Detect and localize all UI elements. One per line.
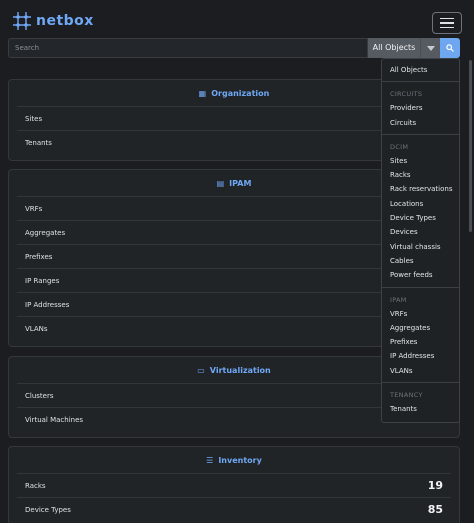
search-scope-button[interactable]: All Objects xyxy=(368,38,420,58)
card-row-racks[interactable]: Racks 19 xyxy=(17,473,451,497)
row-label[interactable]: IP Addresses xyxy=(25,301,69,309)
row-label[interactable]: IP Ranges xyxy=(25,277,59,285)
organization-card-title: Organization xyxy=(211,88,270,98)
card-row-device-types[interactable]: Device Types 85 xyxy=(17,497,451,521)
page-scrollbar[interactable] xyxy=(469,60,472,232)
dropdown-header-ipam: IPAM xyxy=(390,295,407,304)
row-label[interactable]: Virtual Machines xyxy=(25,416,83,424)
dropdown-divider xyxy=(382,382,459,384)
row-label[interactable]: VRFs xyxy=(25,205,42,213)
top-navbar: netbox xyxy=(0,0,474,38)
dropdown-item[interactable]: Virtual chassis xyxy=(382,240,459,254)
hamburger-line-icon xyxy=(440,26,454,29)
dropdown-item[interactable]: Racks xyxy=(382,168,459,182)
ip-network-icon: ▤ xyxy=(216,178,225,188)
monitor-icon: ▭ xyxy=(197,365,205,375)
search-input[interactable]: Search xyxy=(8,38,368,58)
scope-dropdown-caret-icon[interactable] xyxy=(420,38,440,58)
netbox-logo-icon xyxy=(13,12,31,30)
row-label[interactable]: Tenants xyxy=(25,139,52,147)
dropdown-item[interactable]: Providers xyxy=(382,101,459,115)
search-scope-dropdown: All Objects CIRCUITS Providers Circuits … xyxy=(381,58,460,423)
menu-toggle-button[interactable] xyxy=(432,12,462,34)
row-count: 19 xyxy=(427,479,443,492)
dropdown-header-tenancy: TENANCY xyxy=(390,391,423,400)
dropdown-item[interactable]: Circuits xyxy=(382,116,459,130)
ipam-card-title: IPAM xyxy=(229,178,252,188)
hamburger-line-icon xyxy=(440,17,454,20)
inventory-card-header: ☰ Inventory xyxy=(9,447,459,473)
row-label[interactable]: Aggregates xyxy=(25,229,65,237)
netbox-logo[interactable]: netbox xyxy=(12,11,94,31)
dropdown-item[interactable]: Devices xyxy=(382,225,459,239)
row-label[interactable]: Device Types xyxy=(25,506,71,514)
dropdown-item[interactable]: Tenants xyxy=(382,402,459,416)
search-submit-button[interactable] xyxy=(440,38,460,58)
dropdown-item[interactable]: Sites xyxy=(382,154,459,168)
dropdown-item[interactable]: VRFs xyxy=(382,307,459,321)
dropdown-item-all-objects[interactable]: All Objects xyxy=(382,63,459,77)
app-name: netbox xyxy=(36,13,94,29)
dropdown-item[interactable]: Locations xyxy=(382,197,459,211)
dropdown-divider xyxy=(382,133,459,135)
row-label[interactable]: Sites xyxy=(25,115,42,123)
dropdown-header-circuits: CIRCUITS xyxy=(390,90,423,99)
dropdown-item[interactable]: Device Types xyxy=(382,211,459,225)
list-icon: ☰ xyxy=(206,455,214,465)
row-count: 85 xyxy=(427,503,443,516)
building-icon: ▦ xyxy=(198,88,207,98)
dropdown-header-dcim: DCIM xyxy=(390,142,409,151)
dropdown-item[interactable]: Prefixes xyxy=(382,335,459,349)
global-search-bar: Search All Objects xyxy=(8,38,460,58)
search-icon xyxy=(446,44,454,52)
row-label[interactable]: VLANs xyxy=(25,325,48,333)
dropdown-item[interactable]: IP Addresses xyxy=(382,349,459,363)
dropdown-item[interactable]: Aggregates xyxy=(382,321,459,335)
inventory-card-title: Inventory xyxy=(218,455,262,465)
row-label[interactable]: Prefixes xyxy=(25,253,52,261)
virtualization-card-title: Virtualization xyxy=(209,365,271,375)
inventory-card: ☰ Inventory Racks 19 Device Types 85 xyxy=(8,446,460,523)
dropdown-item[interactable]: Cables xyxy=(382,254,459,268)
dropdown-divider xyxy=(382,286,459,288)
dropdown-item[interactable]: Power feeds xyxy=(382,268,459,282)
row-label[interactable]: Racks xyxy=(25,482,46,490)
dropdown-divider xyxy=(382,81,459,83)
row-label[interactable]: Clusters xyxy=(25,392,54,400)
dropdown-item[interactable]: VLANs xyxy=(382,364,459,378)
dropdown-item[interactable]: Rack reservations xyxy=(382,182,459,196)
hamburger-line-icon xyxy=(440,22,454,24)
